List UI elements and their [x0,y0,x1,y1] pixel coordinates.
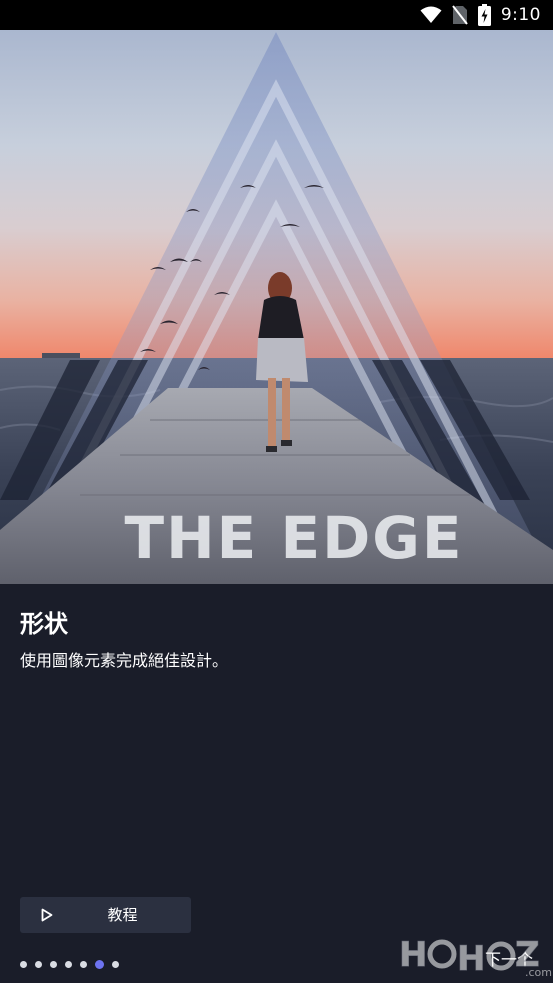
page-dot[interactable] [65,960,72,968]
tutorial-button[interactable]: 教程 [20,897,191,933]
page-dot[interactable] [50,960,57,968]
hero-overlay-text: THE EDGE [125,504,464,572]
wifi-icon [420,6,442,23]
no-sim-icon [452,5,468,25]
feature-description: 使用圖像元素完成絕佳設計。 [20,651,229,670]
status-bar: 9:10 [0,0,553,30]
page-indicator [20,959,119,969]
page-dot[interactable] [20,960,27,968]
page-dot-active[interactable] [95,959,104,969]
page-dot[interactable] [80,960,87,968]
next-button[interactable]: 下一个 [485,946,533,970]
status-time: 9:10 [500,5,541,25]
hero-image: THE EDGE [0,30,553,584]
feature-title: 形状 [20,610,68,638]
feature-panel: 形状 使用圖像元素完成絕佳設計。 教程 下一个 [0,584,553,983]
status-icons: 9:10 [420,3,541,27]
page-dot[interactable] [35,960,42,968]
page-dot[interactable] [112,960,119,968]
battery-charging-icon [477,4,491,26]
tutorial-button-label: 教程 [107,906,138,924]
